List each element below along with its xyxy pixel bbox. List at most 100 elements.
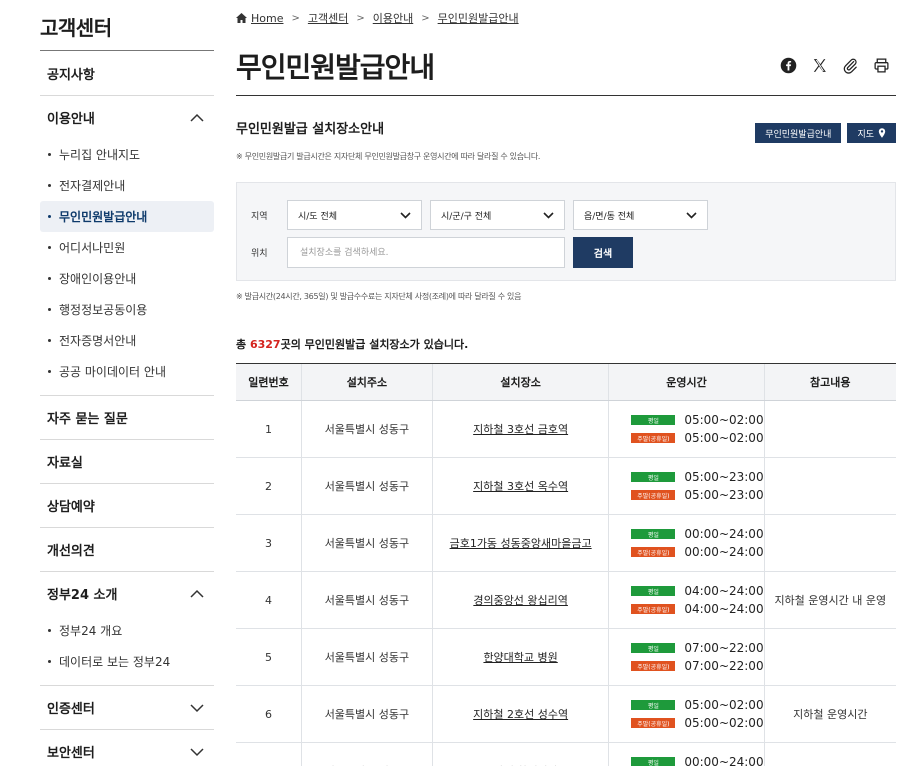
- holiday-badge: 주말(공휴일): [631, 604, 676, 614]
- place-link[interactable]: 지하철 3호선 옥수역: [473, 480, 568, 493]
- sidebar-item-library[interactable]: 자료실: [40, 440, 214, 483]
- eupmyeondong-select[interactable]: 읍/면/동 전체: [573, 200, 708, 230]
- weekday-badge: 평일: [631, 757, 676, 766]
- hours-block: 평일00:00~24:00주말(공휴일)00:00~24:00: [609, 527, 764, 559]
- cell-address: 서울특별시 성동구: [300, 628, 433, 686]
- breadcrumb-home[interactable]: Home: [251, 12, 283, 25]
- sigungu-select-value: 시/군/구 전체: [441, 211, 492, 222]
- bullet-icon: [48, 629, 51, 632]
- weekday-badge: 평일: [631, 643, 676, 653]
- breadcrumb-item[interactable]: 고객센터: [308, 10, 348, 26]
- cell-place: 한양대 학생회관: [431, 742, 609, 766]
- hours-block: 평일 05:00~02:00 주말(공휴일) 05:00~02:00: [609, 698, 764, 730]
- sidebar-subitem-label: 전자결제안내: [59, 179, 126, 193]
- sidebar-subitem[interactable]: 정부24 개요: [40, 615, 214, 646]
- sidebar-item-security[interactable]: 보안센터: [40, 730, 214, 766]
- weekday-time: 07:00~22:00: [684, 641, 764, 655]
- sidebar-item-gov24[interactable]: 정부24 소개: [40, 572, 214, 615]
- holiday-time: 05:00~02:00: [684, 431, 764, 445]
- sidebar-subitem[interactable]: 장애인이용안내: [40, 263, 214, 294]
- hours-block: 평일 07:00~22:00 주말(공휴일) 07:00~22:00: [609, 641, 764, 673]
- sidebar-subitem-label: 누리집 안내지도: [59, 148, 141, 162]
- menu-group-notice: 공지사항: [40, 51, 214, 96]
- search-input[interactable]: [287, 237, 565, 268]
- menu-group-feedback: 개선의견: [40, 528, 214, 572]
- sido-select[interactable]: 시/도 전체: [287, 200, 422, 230]
- cell-hours: 평일00:00~24:00주말(공휴일)00:00~24:00: [608, 514, 765, 572]
- sidebar-subitem[interactable]: 누리집 안내지도: [40, 139, 214, 170]
- cell-address: 서울특별시 성동구: [300, 514, 433, 572]
- col-header-hours: 운영시간: [608, 363, 765, 401]
- sidebar-item-notice[interactable]: 공지사항: [40, 51, 214, 95]
- place-link[interactable]: 지하철 2호선 성수역: [473, 708, 568, 721]
- sidebar-item-usage[interactable]: 이용안내: [40, 96, 214, 139]
- holiday-badge: 주말(공휴일): [631, 661, 676, 671]
- cell-no: 5: [236, 628, 302, 686]
- breadcrumb-current[interactable]: 무인민원발급안내: [438, 10, 519, 26]
- sidebar-subitem-active[interactable]: 무인민원발급안내: [40, 201, 214, 232]
- bullet-icon: [48, 215, 51, 218]
- cell-place: 한양대학교 병원: [431, 628, 609, 686]
- cell-hours: 평일 05:00~23:00 주말(공휴일) 05:00~23:00: [608, 457, 765, 515]
- menu-group-library: 자료실: [40, 440, 214, 484]
- paperclip-icon[interactable]: [842, 57, 859, 74]
- notice-text: ※ 무인민원발급기 발급시간은 지자단체 무인민원발급창구 운영시간에 따라 달…: [236, 152, 541, 161]
- sidebar-item-feedback[interactable]: 개선의견: [40, 528, 214, 571]
- sigungu-select[interactable]: 시/군/구 전체: [430, 200, 565, 230]
- bullet-icon: [48, 339, 51, 342]
- holiday-badge: 주말(공휴일): [631, 718, 676, 728]
- menu-group-usage: 이용안내 누리집 안내지도 전자결제안내 무인민원발급안내 어디서나민원 장애인…: [40, 96, 214, 396]
- guide-button[interactable]: 무인민원발급안내: [755, 123, 842, 143]
- weekday-badge: 평일: [631, 700, 676, 710]
- home-icon: [236, 13, 247, 23]
- cell-no: 1: [236, 400, 302, 458]
- cell-note: [763, 628, 896, 686]
- cell-note: [763, 742, 896, 766]
- sidebar-subitem[interactable]: 어디서나민원: [40, 232, 214, 263]
- x-icon[interactable]: [811, 57, 828, 74]
- sidebar-subitem[interactable]: 전자증명서안내: [40, 325, 214, 356]
- breadcrumb-item[interactable]: 이용안내: [373, 10, 413, 26]
- cell-hours: 평일 05:00~02:00 주말(공휴일) 05:00~02:00: [608, 685, 765, 743]
- place-link[interactable]: 지하철 3호선 금호역: [473, 423, 568, 436]
- table-body: 1 서울특별시 성동구 지하철 3호선 금호역 평일 05:00~02:00 주말(공휴일…: [236, 400, 896, 766]
- sidebar-subitem[interactable]: 데이터로 보는 정부24: [40, 646, 214, 677]
- search-button[interactable]: 검색: [573, 237, 633, 268]
- chevron-up-icon: [190, 589, 204, 598]
- sidebar-subitem[interactable]: 공공 마이데이터 안내: [40, 356, 214, 387]
- cell-address: 서울특별시 성동구: [300, 685, 433, 743]
- map-button[interactable]: 지도: [847, 123, 896, 143]
- sido-select-value: 시/도 전체: [298, 211, 338, 222]
- cell-place: 지하철 3호선 금호역: [431, 400, 609, 458]
- chevron-up-icon: [190, 113, 204, 122]
- cell-place: 지하철 3호선 옥수역: [431, 457, 609, 515]
- table-row: 1 서울특별시 성동구 지하철 3호선 금호역 평일 05:00~02:00 주말(공휴일…: [236, 400, 896, 458]
- hours-weekday: 평일 05:00~02:00: [631, 698, 764, 712]
- place-link[interactable]: 경의중앙선 왕십리역: [473, 594, 568, 607]
- hours-weekday: 평일 05:00~23:00: [631, 470, 764, 484]
- sidebar-item-faq[interactable]: 자주 묻는 질문: [40, 396, 214, 439]
- weekday-time: 04:00~24:00: [684, 584, 764, 598]
- fee-notice-text: ※ 발급시간(24시간, 365일) 및 발급수수료는 지자단체 사정(조례)에…: [236, 292, 522, 301]
- hours-block: 평일 05:00~02:00 주말(공휴일) 05:00~02:00: [609, 413, 764, 445]
- sidebar-item-label: 정부24 소개: [47, 588, 118, 603]
- cell-hours: 평일00:00~24:00주말(공휴일)00:00~24:00: [608, 742, 765, 766]
- table-row: 3 서울특별시 성동구 금호1가동 성동중앙새마을금고 평일 00:00~24:00 주말…: [236, 514, 896, 572]
- breadcrumb: Home > 고객센터 > 이용안내 > 무인민원발급안내: [236, 0, 896, 36]
- sidebar-subitem[interactable]: 행정정보공동이용: [40, 294, 214, 325]
- chevron-down-icon: [400, 211, 411, 219]
- sidebar-subitem[interactable]: 전자결제안내: [40, 170, 214, 201]
- weekday-badge: 평일: [631, 586, 676, 596]
- facebook-icon[interactable]: [780, 57, 797, 74]
- total-count: 6327: [249, 338, 281, 351]
- hours-block: 평일00:00~24:00주말(공휴일)00:00~24:00: [609, 755, 764, 766]
- hours-weekday: 평일 00:00~24:00: [631, 755, 764, 766]
- cell-place: 경의중앙선 왕십리역: [431, 571, 609, 629]
- place-link[interactable]: 한양대학교 병원: [483, 651, 557, 664]
- cell-address: 서울특별시 성동구: [300, 400, 433, 458]
- sidebar-item-cert[interactable]: 인증센터: [40, 686, 214, 729]
- print-icon[interactable]: [873, 57, 890, 74]
- sidebar-item-consult[interactable]: 상담예약: [40, 484, 214, 527]
- bullet-icon: [48, 308, 51, 311]
- place-link[interactable]: 금호1가동 성동중앙새마을금고: [450, 537, 592, 550]
